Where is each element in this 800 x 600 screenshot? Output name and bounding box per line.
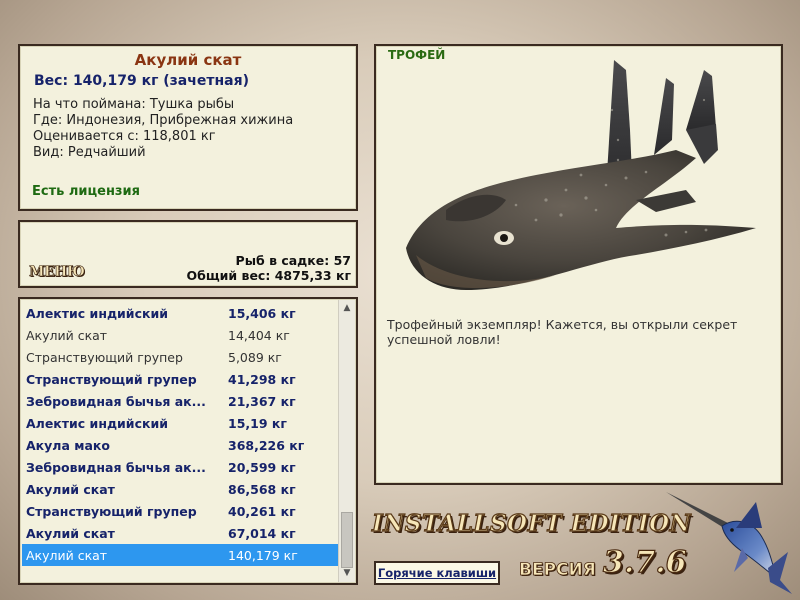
chevron-down-icon[interactable]: ▼ [339,565,355,582]
rarity-line: Вид: Редчайший [33,145,146,160]
list-item-name: Акулий скат [26,526,115,541]
list-item-name: Странствующий групер [26,350,183,365]
list-item-name: Акула мако [26,438,110,453]
license-status: Есть лицензия [32,184,140,199]
catch-info-panel: Акулий скат Вес: 140,179 кг (зачетная) Н… [18,44,358,211]
fish-weight: Вес: 140,179 кг (зачетная) [34,73,249,89]
marlin-logo [666,492,792,594]
location-line: Где: Индонезия, Прибрежная хижина [33,113,294,128]
list-item[interactable]: Странствующий групер 41,298 кг [22,368,338,390]
list-item[interactable]: Акулий скат 67,014 кг [22,522,338,544]
list-item[interactable]: Странствующий групер 40,261 кг [22,500,338,522]
list-item[interactable]: Акулий скат 86,568 кг [22,478,338,500]
list-item-weight: 86,568 кг [228,482,296,497]
shark-ray-image [406,60,756,290]
list-item-name: Зебровидная бычья ак... [26,394,206,409]
list-item[interactable]: Странствующий групер 5,089 кг [22,346,338,368]
trophy-label: ТРОФЕЙ [388,48,446,62]
list-item[interactable]: Акула мако 368,226 кг [22,434,338,456]
fish-title: Акулий скат [134,51,242,69]
list-item-weight: 67,014 кг [228,526,296,541]
list-item-weight: 14,404 кг [228,328,290,343]
list-item-name: Акулий скат [26,328,108,343]
list-item[interactable]: Алектис индийский 15,406 кг [22,302,338,324]
catch-list-rows: Алектис индийский 15,406 кг Акулий скат 14… [22,302,338,566]
trophy-description: Трофейный экземпляр! Кажется, вы открыли… [387,317,738,347]
list-item[interactable]: Алектис индийский 15,19 кг [22,412,338,434]
list-item-name: Странствующий групер [26,504,197,519]
list-item-weight: 20,599 кг [228,460,296,475]
version-label: ВЕРСИЯ [519,560,597,581]
list-item-weight: 41,298 кг [228,372,296,387]
bait-line: На что поймана: Тушка рыбы [33,97,235,112]
list-item[interactable]: Зебровидная бычья ак... 21,367 кг [22,390,338,412]
list-item-selected[interactable]: Акулий скат 140,179 кг [22,544,338,566]
list-item-name: Акулий скат [26,482,115,497]
chevron-up-icon[interactable]: ▲ [339,300,355,317]
list-item-name: Алектис индийский [26,306,168,321]
list-item-weight: 15,406 кг [228,306,296,321]
trophy-panel: ТРОФЕЙ Трофейный экземпляр! Кажется, вы … [374,44,783,485]
list-item-weight: 140,179 кг [228,548,298,563]
keepnet-stats: Рыб в садке: 57 Общий вес: 4875,33 кг [187,253,352,283]
list-scrollbar[interactable]: ▲ ▼ [338,300,355,582]
scrollbar-thumb[interactable] [341,512,353,568]
value-line: Оценивается с: 118,801 кг [33,129,216,144]
list-item-weight: 40,261 кг [228,504,296,519]
fish-count: Рыб в садке: 57 [235,253,351,268]
brand-title: INSTALLSOFT EDITION [371,509,692,537]
list-item[interactable]: Зебровидная бычья ак... 20,599 кг [22,456,338,478]
list-item-weight: 21,367 кг [228,394,296,409]
menu-button[interactable]: МЕНЮ [29,264,86,281]
menu-panel: МЕНЮ Рыб в садке: 57 Общий вес: 4875,33 … [18,220,358,288]
catch-list[interactable]: Алектис индийский 15,406 кг Акулий скат 14… [18,297,358,585]
list-item[interactable]: Акулий скат 14,404 кг [22,324,338,346]
list-item-name: Странствующий групер [26,372,197,387]
list-item-name: Зебровидная бычья ак... [26,460,206,475]
total-weight: Общий вес: 4875,33 кг [186,268,352,283]
list-item-weight: 15,19 кг [228,416,287,431]
hotkeys-button[interactable]: Горячие клавиши [374,561,500,585]
list-item-name: Алектис индийский [26,416,168,431]
list-item-weight: 368,226 кг [228,438,305,453]
list-item-weight: 5,089 кг [228,350,282,365]
list-item-name: Акулий скат [26,548,108,563]
